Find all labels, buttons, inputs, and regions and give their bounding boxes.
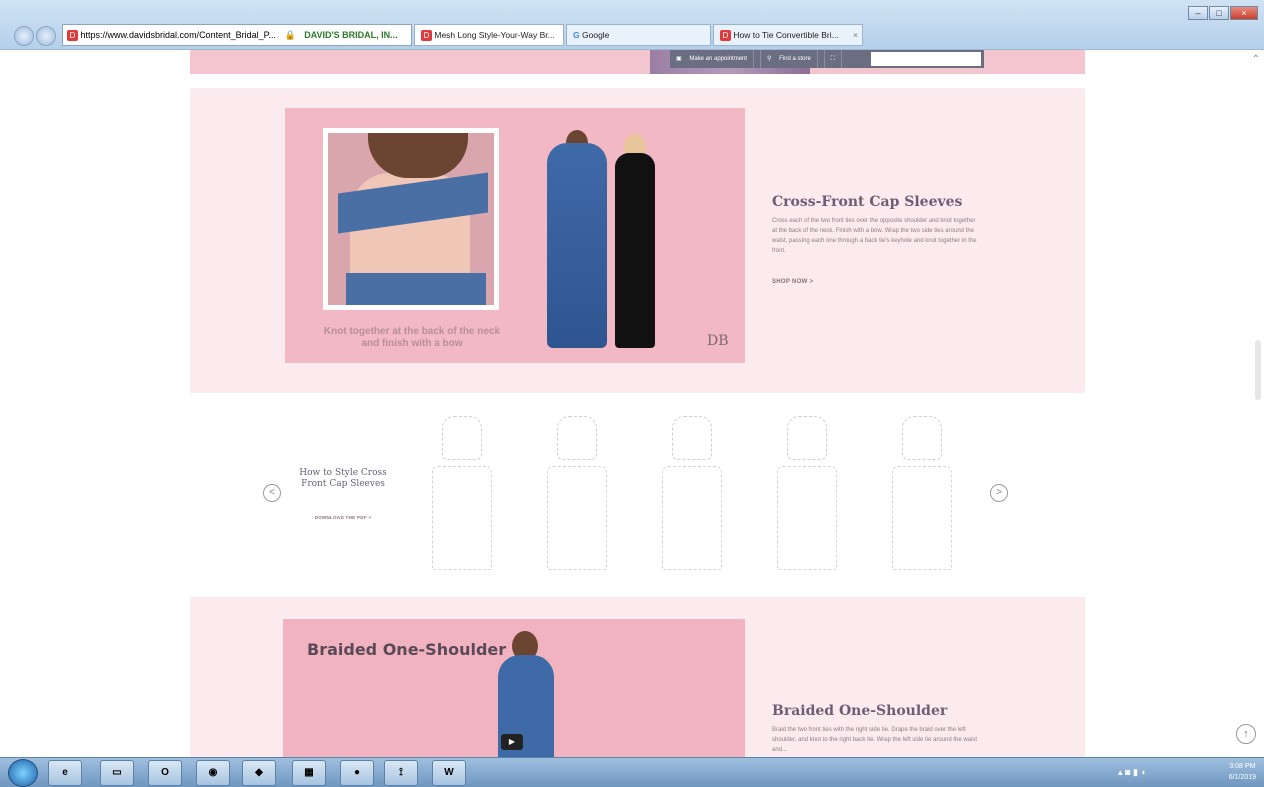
bag-icon[interactable]: ⛶ <box>825 50 842 68</box>
address-bar[interactable]: D https://www.davidsbridal.com/Content_B… <box>62 24 412 46</box>
site-utility-bar: ▣ Make an appointment ⚲ Find a store ⛶ <box>670 50 984 68</box>
pdf-icon[interactable]: ⟟ <box>384 760 418 786</box>
back-button[interactable] <box>14 26 34 46</box>
clock[interactable]: 3:08 PM 6/1/2019 <box>1229 761 1256 783</box>
maximize-button[interactable]: □ <box>1209 6 1229 20</box>
office-icon[interactable]: ◆ <box>242 760 276 786</box>
shop-now-link[interactable]: SHOP NOW > <box>772 279 813 285</box>
outlook-icon[interactable]: O <box>148 760 182 786</box>
cross-front-section: Knot together at the back of the neck an… <box>190 88 1085 393</box>
db-logo: DB <box>707 333 729 349</box>
certificate-label: DAVID'S BRIDAL, IN... <box>304 30 398 40</box>
section-title: Braided One-Shoulder <box>772 703 948 719</box>
system-tray: ▴ ◙ ▮ ◖ 3:08 PM 6/1/2019 <box>1118 761 1258 785</box>
chrome-icon[interactable]: ◉ <box>196 760 230 786</box>
section-description: Cross each of the two front ties over th… <box>772 218 977 254</box>
scroll-up-arrow-icon[interactable]: ⌃ <box>1252 54 1260 65</box>
tab-label: How to Tie Convertible Bri... <box>733 30 839 40</box>
tab-label: Google <box>582 30 610 40</box>
web-page: ▣ Make an appointment ⚲ Find a store ⛶ Kno… <box>0 50 1264 757</box>
model-blue-dress <box>547 143 607 348</box>
play-button[interactable]: ▶ <box>501 734 523 750</box>
bow-closeup-image <box>323 128 499 310</box>
step-sketch-1 <box>430 416 494 570</box>
scroll-thumb[interactable] <box>1255 340 1261 400</box>
download-pdf-link[interactable]: DOWNLOAD THE PDF > <box>300 515 386 520</box>
window-controls: – □ × <box>1187 3 1258 21</box>
tab-how-to-tie[interactable]: D How to Tie Convertible Bri... × <box>713 24 863 46</box>
model-hair <box>368 133 468 178</box>
site-favicon-icon: D <box>67 30 78 42</box>
cross-front-photo: Knot together at the back of the neck an… <box>285 108 745 363</box>
tab-mesh-long[interactable]: D Mesh Long Style-Your-Way Br... <box>414 24 564 46</box>
site-search-input[interactable] <box>871 52 981 66</box>
tab-favicon-icon: D <box>421 30 432 42</box>
address-url: https://www.davidsbridal.com/Content_Bri… <box>80 30 276 40</box>
tab-favicon-icon: D <box>720 30 731 42</box>
find-store-label: Find a store <box>773 50 818 68</box>
section-title: Cross-Front Cap Sleeves <box>772 194 963 210</box>
step-sketch-2 <box>545 416 609 570</box>
carousel-prev-button[interactable]: < <box>263 484 281 502</box>
step-sketch-5 <box>890 416 954 570</box>
ie-icon[interactable]: e <box>48 760 82 786</box>
browser-toolbar: D https://www.davidsbridal.com/Content_B… <box>0 0 1264 50</box>
start-button[interactable] <box>8 759 38 787</box>
video-overlay-label: Braided One-Shoulder <box>307 640 507 659</box>
google-icon: G <box>573 30 580 40</box>
carousel-title: How to Style Cross Front Cap Sleeves <box>299 468 387 489</box>
close-button[interactable]: × <box>1230 6 1258 20</box>
windows-taskbar: e ▭ O ◉ ◆ ▦ ● ⟟ W ▴ ◙ ▮ ◖ 3:08 PM 6/1/20… <box>0 757 1264 787</box>
close-tab-icon[interactable]: × <box>853 25 858 45</box>
lock-icon: 🔒 <box>284 30 296 40</box>
step-sketch-3 <box>660 416 724 570</box>
braided-section: Braided One-Shoulder ▶ Braided One-Shoul… <box>190 597 1085 757</box>
tray-icons[interactable]: ▴ ◙ ▮ ◖ <box>1118 767 1146 778</box>
media-icon[interactable]: ● <box>340 760 374 786</box>
word-icon[interactable]: W <box>432 760 466 786</box>
photo-caption: Knot together at the back of the neck an… <box>323 326 501 349</box>
step-sketch-4 <box>775 416 839 570</box>
minimize-button[interactable]: – <box>1188 6 1208 20</box>
blue-dress-back <box>346 273 486 305</box>
clock-time: 3:08 PM <box>1229 763 1256 770</box>
appointment-label: Make an appointment <box>683 50 755 68</box>
clock-date: 6/1/2019 <box>1228 774 1256 781</box>
appointment-link[interactable]: ▣ Make an appointment <box>670 50 762 68</box>
braided-video[interactable]: Braided One-Shoulder ▶ <box>283 619 745 757</box>
carousel-next-button[interactable]: > <box>990 484 1008 502</box>
page-scrollbar[interactable]: ⌃ <box>1248 50 1264 757</box>
stylist-figure <box>615 153 655 348</box>
find-store-link[interactable]: ⚲ Find a store <box>761 50 825 68</box>
scroll-to-top-button[interactable]: ↑ <box>1236 724 1256 744</box>
section-description: Braid the two front ties with the right … <box>772 727 978 753</box>
explorer-icon[interactable]: ▭ <box>100 760 134 786</box>
forward-button[interactable] <box>36 26 56 46</box>
tab-label: Mesh Long Style-Your-Way Br... <box>434 30 555 40</box>
tab-google[interactable]: G Google <box>566 24 711 46</box>
calculator-icon[interactable]: ▦ <box>292 760 326 786</box>
